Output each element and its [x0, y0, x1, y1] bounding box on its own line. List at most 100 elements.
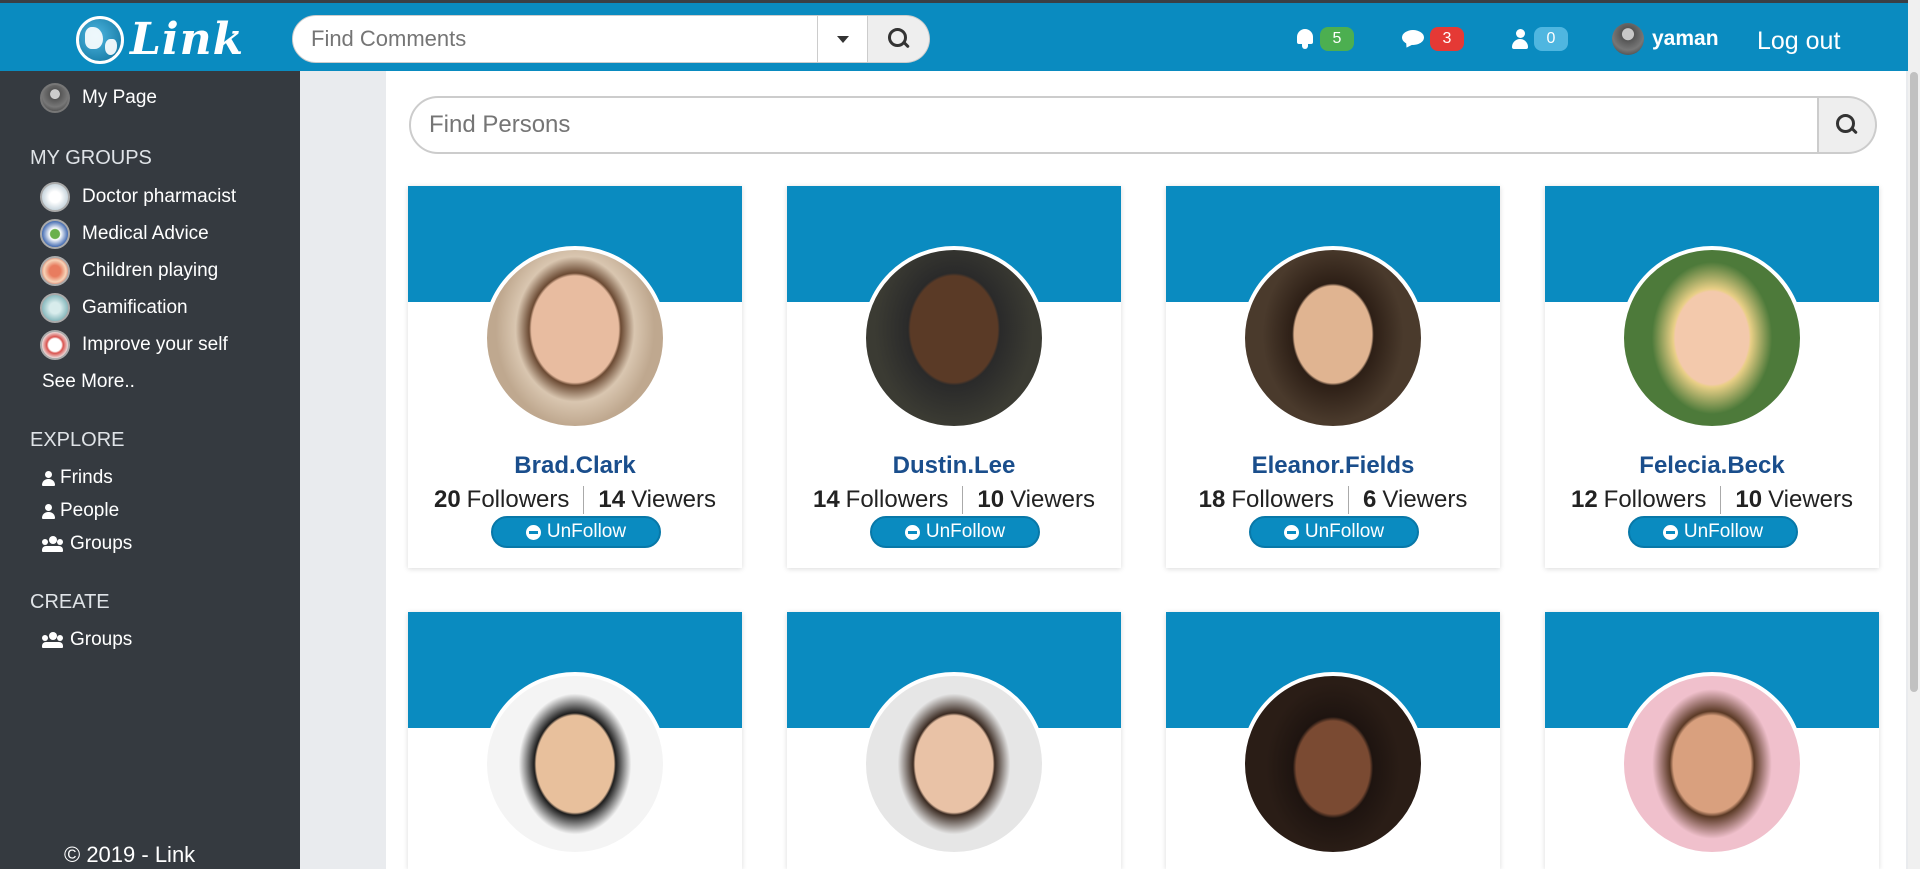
person-stats: 18 Followers 6 Viewers	[1166, 486, 1500, 514]
followers-label: Followers	[1603, 486, 1707, 513]
unfollow-button[interactable]: UnFollow	[1249, 516, 1419, 548]
divider	[962, 486, 964, 514]
bell-icon	[1296, 29, 1314, 49]
unfollow-button[interactable]: UnFollow	[491, 516, 661, 548]
users-icon	[42, 536, 64, 552]
sidebar-item-label: Groups	[70, 629, 133, 650]
profile-photo[interactable]	[862, 672, 1046, 856]
notifications-button[interactable]: 5	[1296, 27, 1354, 51]
person-search-button[interactable]	[1819, 96, 1877, 154]
minus-circle-icon	[1662, 524, 1678, 540]
user-icon	[42, 503, 55, 519]
person-stats: 12 Followers 10 Viewers	[1545, 486, 1879, 514]
person-card: Brad.Clark 20 Followers 14 Viewers UnFol…	[408, 186, 742, 568]
sidebar-item-label: My Page	[82, 87, 157, 108]
sidebar-item-label: Medical Advice	[82, 223, 209, 244]
sidebar-item-group[interactable]: Children playing	[40, 256, 218, 286]
sidebar-item-label: Children playing	[82, 260, 219, 281]
minus-circle-icon	[1283, 524, 1299, 540]
person-name-link[interactable]: Dustin.Lee	[787, 452, 1121, 480]
create-heading: CREATE	[30, 591, 110, 613]
sidebar: My Page MY GROUPS Doctor pharmacist Medi…	[0, 71, 300, 869]
person-name-link[interactable]: Brad.Clark	[408, 452, 742, 480]
group-avatar	[40, 256, 70, 286]
sidebar-item-create-group[interactable]: Groups	[42, 629, 132, 651]
followers-count: 14	[812, 486, 840, 513]
see-more-label: See More..	[42, 371, 135, 392]
copyright-text: © 2019 - Link	[64, 842, 196, 867]
top-navbar: Link 5 3 0 yaman Log out	[0, 0, 1908, 71]
divider	[1348, 486, 1350, 514]
chat-icon	[1402, 30, 1424, 48]
unfollow-label: UnFollow	[546, 521, 627, 542]
comment-search-button[interactable]	[868, 15, 930, 63]
sidebar-item-label: Doctor pharmacist	[82, 186, 237, 207]
requests-badge: 0	[1534, 27, 1568, 51]
profile-photo[interactable]	[1241, 246, 1425, 430]
person-search	[409, 96, 1877, 154]
person-name-link[interactable]: Felecia.Beck	[1545, 452, 1879, 480]
divider	[583, 486, 585, 514]
page-scrollbar[interactable]	[1908, 0, 1920, 869]
viewers-label: Viewers	[631, 486, 717, 513]
followers-count: 20	[433, 486, 461, 513]
profile-photo[interactable]	[1241, 672, 1425, 856]
sidebar-item-friends[interactable]: Frinds	[42, 467, 113, 489]
followers-count: 18	[1198, 486, 1226, 513]
person-name-link[interactable]: Eleanor.Fields	[1166, 452, 1500, 480]
my-groups-heading: MY GROUPS	[30, 147, 152, 169]
followers-label: Followers	[1231, 486, 1335, 513]
explore-heading: EXPLORE	[30, 429, 125, 451]
user-profile-link[interactable]: yaman	[1612, 23, 1719, 55]
avatar	[1612, 23, 1644, 55]
logout-link[interactable]: Log out	[1757, 27, 1840, 56]
followers-label: Followers	[845, 486, 949, 513]
unfollow-label: UnFollow	[1683, 521, 1764, 542]
app-logo[interactable]: Link	[76, 16, 244, 64]
unfollow-label: UnFollow	[925, 521, 1006, 542]
avatar	[40, 83, 70, 113]
sidebar-item-label: Groups	[70, 533, 133, 554]
see-more-link[interactable]: See More..	[42, 371, 135, 393]
sidebar-item-group[interactable]: Improve your self	[40, 330, 228, 360]
person-card	[1166, 612, 1500, 869]
unfollow-button[interactable]: UnFollow	[870, 516, 1040, 548]
person-card	[408, 612, 742, 869]
messages-button[interactable]: 3	[1402, 27, 1464, 51]
minus-circle-icon	[525, 524, 541, 540]
sidebar-item-my-page[interactable]: My Page	[40, 83, 157, 113]
unfollow-button[interactable]: UnFollow	[1628, 516, 1798, 548]
scrollbar-thumb[interactable]	[1910, 72, 1918, 692]
friend-requests-button[interactable]: 0	[1512, 27, 1568, 51]
viewers-label: Viewers	[1382, 486, 1468, 513]
minus-circle-icon	[904, 524, 920, 540]
person-search-input[interactable]	[409, 96, 1819, 154]
viewers-label: Viewers	[1010, 486, 1096, 513]
sidebar-item-groups[interactable]: Groups	[42, 533, 132, 555]
sidebar-item-group[interactable]: Medical Advice	[40, 219, 209, 249]
profile-photo[interactable]	[1620, 246, 1804, 430]
person-card: Dustin.Lee 14 Followers 10 Viewers UnFol…	[787, 186, 1121, 568]
sidebar-item-people[interactable]: People	[42, 500, 119, 522]
comment-search	[292, 15, 930, 63]
viewers-count: 10	[1735, 486, 1763, 513]
profile-photo[interactable]	[483, 672, 667, 856]
person-card	[787, 612, 1121, 869]
group-avatar	[40, 219, 70, 249]
group-avatar	[40, 330, 70, 360]
sidebar-item-group[interactable]: Doctor pharmacist	[40, 182, 236, 212]
search-filter-dropdown[interactable]	[818, 15, 868, 63]
followers-count: 12	[1570, 486, 1598, 513]
followers-label: Followers	[466, 486, 570, 513]
sidebar-item-label: Gamification	[82, 297, 188, 318]
user-name: yaman	[1652, 27, 1719, 50]
sidebar-item-label: Improve your self	[82, 334, 228, 355]
sidebar-item-group[interactable]: Gamification	[40, 293, 188, 323]
comment-search-input[interactable]	[292, 15, 818, 63]
profile-photo[interactable]	[862, 246, 1046, 430]
profile-photo[interactable]	[1620, 672, 1804, 856]
viewers-count: 6	[1363, 486, 1377, 513]
sidebar-item-label: People	[60, 500, 120, 521]
search-icon	[1836, 114, 1858, 136]
profile-photo[interactable]	[483, 246, 667, 430]
